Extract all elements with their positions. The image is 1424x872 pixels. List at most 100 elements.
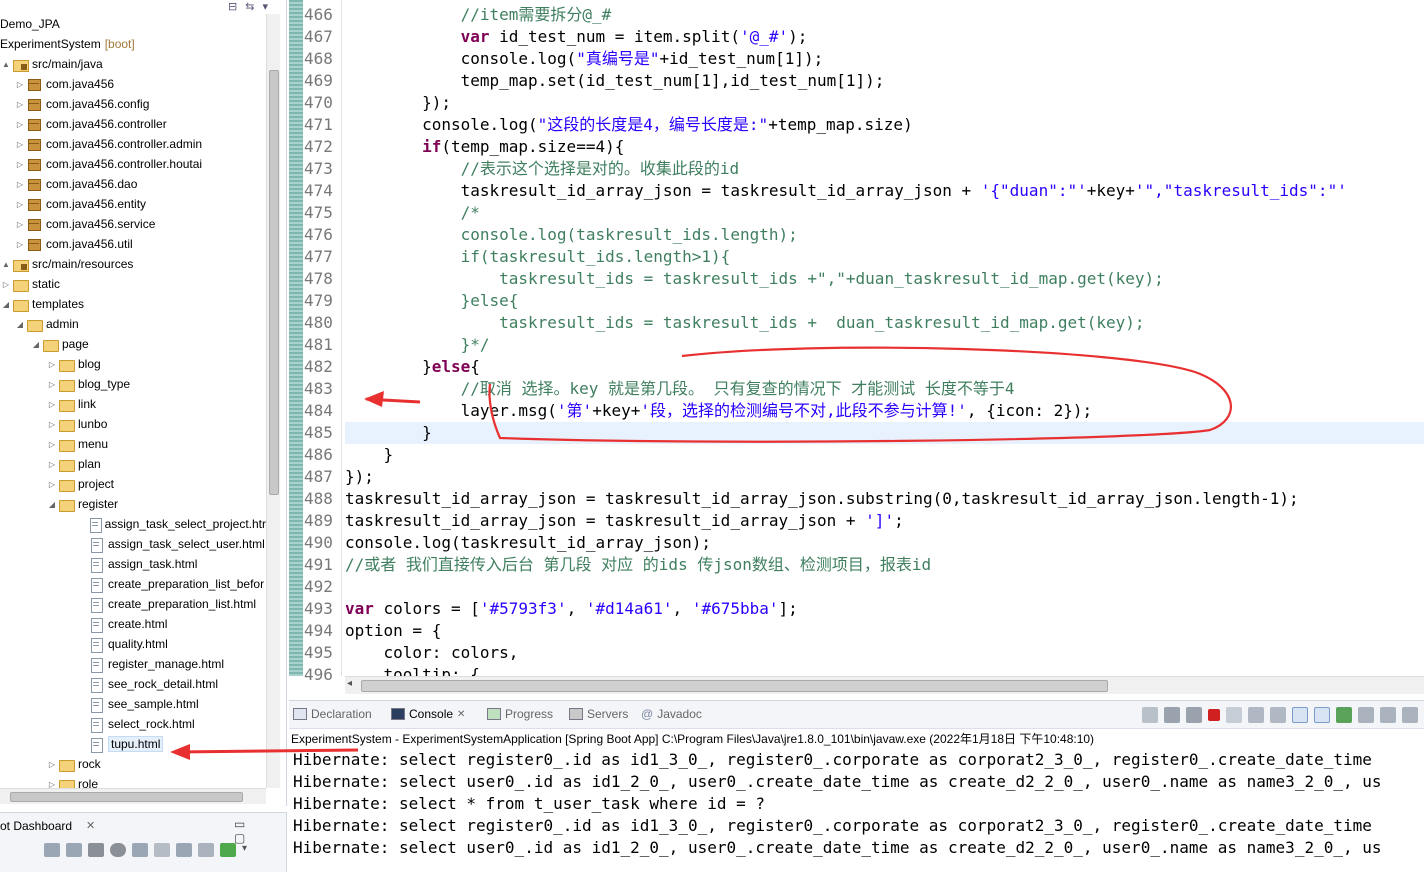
tree-item[interactable]: ▷ com.java456.controller.admin <box>0 134 266 154</box>
expand-toggle-icon[interactable]: ▲ <box>0 60 12 69</box>
code-line[interactable]: }else{ <box>345 356 1424 378</box>
expand-toggle-icon[interactable]: ▲ <box>0 260 12 269</box>
tab-servers[interactable]: Servers <box>569 707 628 721</box>
code-editor[interactable]: 466 467 468 469 470 471 472 473 474 475 476 477 478 4… <box>289 0 1424 698</box>
expand-toggle-icon[interactable]: ▷ <box>14 160 26 169</box>
code-line[interactable] <box>345 576 1424 598</box>
collapse-all-icon[interactable]: ⊟ <box>228 0 237 13</box>
expand-toggle-icon[interactable]: ▷ <box>14 140 26 149</box>
tree-item[interactable]: ◢ templates <box>0 294 266 314</box>
expand-toggle-icon[interactable]: ▷ <box>14 120 26 129</box>
code-line[interactable]: //item需要拆分@_# <box>345 4 1424 26</box>
code-line[interactable]: console.log("这段的长度是4，编号长度是:"+temp_map.si… <box>345 114 1424 136</box>
tab-progress[interactable]: Progress <box>487 707 553 721</box>
code-line[interactable]: } <box>345 422 1424 444</box>
tree-item[interactable]: ▷ com.java456.service <box>0 214 266 234</box>
tree-item[interactable]: create_preparation_list_befor <box>0 574 266 594</box>
tree-item[interactable]: ▷ com.java456.util <box>0 234 266 254</box>
open-console-icon[interactable] <box>110 843 126 857</box>
view-menu-icon[interactable]: ▾ <box>262 0 268 13</box>
code-area[interactable]: //item需要拆分@_# var id_test_num = item.spl… <box>345 4 1424 686</box>
tree-item[interactable]: create.html <box>0 614 266 634</box>
close-icon[interactable]: ✕ <box>457 709 465 720</box>
expand-toggle-icon[interactable]: ▷ <box>14 220 26 229</box>
clear-console-icon[interactable] <box>1226 707 1242 723</box>
tree-item[interactable]: ▷ menu <box>0 434 266 454</box>
tree-vertical-scrollbar[interactable] <box>266 14 280 788</box>
properties-icon[interactable] <box>176 843 192 857</box>
expand-toggle-icon[interactable]: ▷ <box>46 400 58 409</box>
link-editor-icon[interactable]: ⇆ <box>245 0 254 13</box>
terminate-icon[interactable] <box>1208 709 1220 721</box>
code-line[interactable]: taskresult_id_array_json = taskresult_id… <box>345 180 1424 202</box>
restart-icon[interactable] <box>66 843 82 857</box>
tree-item[interactable]: ◢ admin <box>0 314 266 334</box>
tree-vertical-scroll-thumb[interactable] <box>269 70 279 495</box>
deploy-icon[interactable] <box>198 843 214 857</box>
expand-toggle-icon[interactable]: ▷ <box>14 180 26 189</box>
expand-toggle-icon[interactable]: ▷ <box>46 460 58 469</box>
code-line[interactable]: }else{ <box>345 290 1424 312</box>
tree-item[interactable]: assign_task_select_project.htr <box>0 514 266 534</box>
code-line[interactable]: console.log("真编号是"+id_test_num[1]); <box>345 48 1424 70</box>
code-line[interactable]: layer.msg('第'+key+'段，选择的检测编号不对,此段不参与计算!'… <box>345 400 1424 422</box>
code-line[interactable]: console.log(taskresult_id_array_json); <box>345 532 1424 554</box>
expand-toggle-icon[interactable]: ▷ <box>46 440 58 449</box>
start-icon[interactable] <box>44 843 60 857</box>
expand-toggle-icon[interactable]: ◢ <box>0 300 12 309</box>
expand-toggle-icon[interactable]: ▷ <box>46 380 58 389</box>
tree-item[interactable]: ▷ plan <box>0 454 266 474</box>
code-line[interactable]: /* <box>345 202 1424 224</box>
show-on-error-icon[interactable] <box>1314 707 1330 723</box>
code-line[interactable]: var id_test_num = item.split('@_#'); <box>345 26 1424 48</box>
tree-item[interactable]: ▷ rock <box>0 754 266 774</box>
remove-launch-icon[interactable] <box>1164 707 1180 723</box>
expand-toggle-icon[interactable]: ◢ <box>46 500 58 509</box>
display-console-icon[interactable] <box>1358 707 1374 723</box>
expand-toggle-icon[interactable]: ▷ <box>14 80 26 89</box>
tree-item[interactable]: register_manage.html <box>0 654 266 674</box>
expand-toggle-icon[interactable]: ▷ <box>46 360 58 369</box>
code-line[interactable]: taskresult_id_array_json = taskresult_id… <box>345 510 1424 532</box>
tree-item[interactable]: ▲ src/main/java <box>0 54 266 74</box>
tree-item[interactable]: ▷ com.java456.entity <box>0 194 266 214</box>
tree-item[interactable]: ▷ blog <box>0 354 266 374</box>
add-icon[interactable] <box>220 843 236 857</box>
tree-item[interactable]: tupu.html <box>0 734 266 754</box>
tree-item[interactable]: ▷ link <box>0 394 266 414</box>
code-line[interactable]: } <box>345 444 1424 466</box>
tree-item[interactable]: create_preparation_list.html <box>0 594 266 614</box>
expand-toggle-icon[interactable]: ▷ <box>14 200 26 209</box>
tree-item[interactable]: Demo_JPA <box>0 14 266 34</box>
tree-item[interactable]: ▷ static <box>0 274 266 294</box>
tree-item[interactable]: ◢ register <box>0 494 266 514</box>
tree-item[interactable]: ▷ lunbo <box>0 414 266 434</box>
dashboard-minmax-icons[interactable]: ▭ ▢ <box>234 817 286 845</box>
tree-item[interactable]: ◢ page <box>0 334 266 354</box>
menu-chevron-icon[interactable]: ▾ <box>242 843 258 857</box>
code-line[interactable]: var colors = ['#5793f3', '#d14a61', '#67… <box>345 598 1424 620</box>
expand-toggle-icon[interactable]: ◢ <box>14 320 26 329</box>
tree-item[interactable]: ▷ com.java456 <box>0 74 266 94</box>
expand-toggle-icon[interactable]: ▷ <box>0 280 12 289</box>
code-line[interactable]: }); <box>345 466 1424 488</box>
code-line[interactable]: }*/ <box>345 334 1424 356</box>
code-line[interactable]: temp_map.set(id_test_num[1],id_test_num[… <box>345 70 1424 92</box>
code-line[interactable]: taskresult_id_array_json = taskresult_id… <box>345 488 1424 510</box>
tree-item[interactable]: ▷ com.java456.config <box>0 94 266 114</box>
expand-toggle-icon[interactable]: ▷ <box>14 100 26 109</box>
tab-javadoc[interactable]: @ Javadoc <box>641 707 702 721</box>
open-browser-icon[interactable] <box>132 843 148 857</box>
scroll-left-icon[interactable]: ◂ <box>347 678 352 689</box>
expand-toggle-icon[interactable]: ▷ <box>14 240 26 249</box>
code-line[interactable]: taskresult_ids = taskresult_ids + duan_t… <box>345 312 1424 334</box>
code-line[interactable]: color: colors, <box>345 642 1424 664</box>
dashboard-close-icon[interactable]: ✕ <box>86 819 95 832</box>
code-line[interactable]: }); <box>345 92 1424 114</box>
tab-console[interactable]: Console ✕ <box>391 707 465 721</box>
minimize-icon[interactable] <box>1402 707 1418 723</box>
dashboard-title[interactable]: ot Dashboard <box>0 819 72 833</box>
show-on-output-icon[interactable] <box>1292 707 1308 723</box>
tree-item[interactable]: ▷ blog_type <box>0 374 266 394</box>
editor-horizontal-scroll-thumb[interactable] <box>361 680 1108 692</box>
